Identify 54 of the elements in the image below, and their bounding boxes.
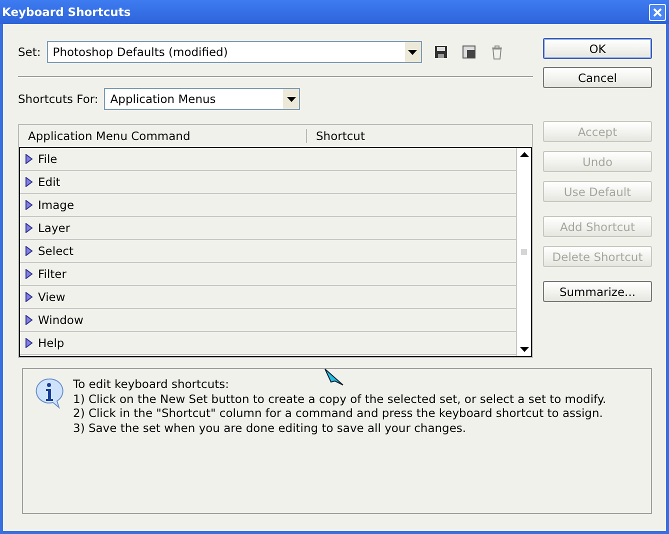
scroll-thumb-grip-icon[interactable] (521, 248, 527, 256)
tree-row-label: Image (38, 198, 74, 212)
tree-row-label: File (38, 152, 58, 166)
dialog-button[interactable]: OK (543, 38, 652, 59)
tree-row[interactable]: View (20, 286, 516, 309)
expand-triangle-icon[interactable] (25, 269, 33, 279)
tree-row[interactable]: Filter (20, 263, 516, 286)
tree-row-label: Select (38, 244, 74, 258)
tree-row[interactable]: Edit (20, 171, 516, 194)
shortcuts-for-dropdown[interactable]: Application Menus (104, 88, 300, 110)
pointer-cursor-icon (324, 368, 344, 386)
expand-triangle-icon[interactable] (25, 315, 33, 325)
dropdown-arrow-icon (286, 96, 296, 102)
scroll-up-icon[interactable] (520, 152, 528, 157)
tree-row[interactable]: Window (20, 309, 516, 332)
expand-triangle-icon[interactable] (25, 200, 33, 210)
tree-row[interactable]: Layer (20, 217, 516, 240)
trash-icon[interactable] (490, 44, 504, 60)
expand-triangle-icon[interactable] (25, 338, 33, 348)
tree-row[interactable]: File (20, 148, 516, 171)
tree-row-label: Layer (38, 221, 70, 235)
tree-row[interactable]: Image (20, 194, 516, 217)
set-label: Set: (18, 45, 41, 59)
tree-row-label: Help (38, 336, 64, 350)
dialog-button[interactable]: Cancel (543, 67, 652, 88)
expand-triangle-icon[interactable] (25, 154, 33, 164)
save-icon[interactable] (434, 45, 448, 59)
info-text: 2) Click in the "Shortcut" column for a command and press the keyboard shortcut to assign. (73, 406, 603, 420)
tree-row-label: Edit (38, 175, 60, 189)
column-header[interactable]: Application Menu Command (19, 129, 307, 143)
scroll-down-icon[interactable] (520, 347, 528, 352)
shortcuts-for-label: Shortcuts For: (18, 92, 98, 106)
tree-row-label: View (38, 290, 66, 304)
info-title: To edit keyboard shortcuts: (73, 377, 230, 392)
info-text: 1) Click on the New Set button to create a copy of the selected set, or select a set to modify. (73, 392, 606, 406)
tree-row[interactable]: Select (20, 240, 516, 263)
dialog-button[interactable]: Summarize... (543, 281, 652, 302)
close-icon (653, 8, 662, 16)
tree-row-label: Filter (38, 267, 66, 281)
set-dropdown[interactable]: Photoshop Defaults (modified) (46, 41, 422, 63)
window-title: Keyboard Shortcuts (2, 5, 131, 19)
column-header[interactable]: Shortcut (307, 129, 365, 143)
new-set-icon[interactable] (462, 45, 476, 59)
expand-triangle-icon[interactable] (25, 246, 33, 256)
dropdown-arrow-icon (408, 50, 418, 54)
expand-triangle-icon[interactable] (25, 177, 33, 187)
info-text: 3) Save the set when you are done editing to save all your changes. (73, 420, 466, 435)
expand-triangle-icon[interactable] (25, 292, 33, 302)
expand-triangle-icon[interactable] (25, 223, 33, 233)
scrollbar[interactable] (516, 148, 531, 356)
info-icon (33, 377, 65, 409)
tree-row-label: Window (38, 313, 84, 327)
close-button[interactable] (649, 4, 666, 20)
tree-row[interactable]: Help (20, 332, 516, 355)
